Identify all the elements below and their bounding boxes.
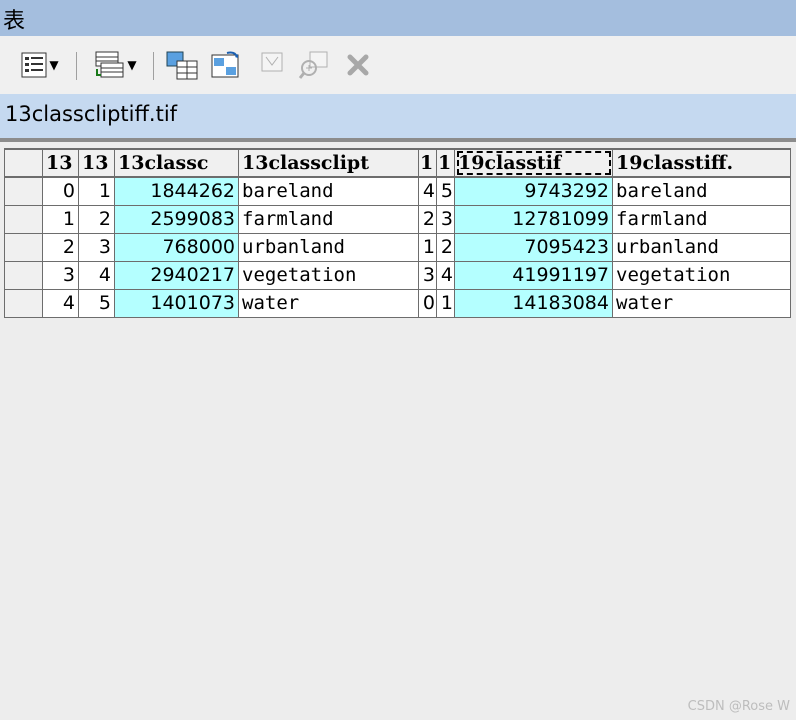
- table-cell[interactable]: 5: [78, 288, 115, 318]
- table-cell[interactable]: 1: [418, 232, 437, 262]
- table-cell[interactable]: farmland: [238, 204, 419, 234]
- table-cell[interactable]: 2: [42, 232, 79, 262]
- toolbar-separator: [76, 52, 77, 80]
- row-selector[interactable]: [4, 288, 43, 318]
- column-header-selected[interactable]: 19classtif: [454, 148, 613, 178]
- window-title: 表: [3, 9, 26, 34]
- column-header[interactable]: 13classc: [114, 148, 239, 178]
- select-all-cell[interactable]: [4, 148, 43, 178]
- delete-selected-button[interactable]: [340, 48, 376, 82]
- related-tables-icon: [95, 51, 124, 78]
- table-cell[interactable]: 1401073: [114, 288, 239, 318]
- table-row[interactable]: 3 4 2940217 vegetation 3 4 41991197 vege…: [4, 260, 791, 290]
- column-header[interactable]: 13classclipt: [238, 148, 419, 178]
- table-cell[interactable]: 4: [78, 260, 115, 290]
- select-by-attributes-icon: [166, 51, 198, 80]
- table-cell[interactable]: 1844262: [114, 176, 239, 206]
- table-cell[interactable]: 3: [78, 232, 115, 262]
- delete-selected-icon: [347, 54, 369, 76]
- table-cell[interactable]: 3: [436, 204, 455, 234]
- column-header[interactable]: 1: [418, 148, 437, 178]
- table-cell[interactable]: 4: [418, 176, 437, 206]
- table-cell[interactable]: 7095423: [454, 232, 613, 262]
- table-cell[interactable]: 9743292: [454, 176, 613, 206]
- select-by-attributes-button[interactable]: [164, 48, 200, 82]
- window-title-bar: 表: [0, 0, 796, 36]
- table-cell[interactable]: 3: [418, 260, 437, 290]
- table-row[interactable]: 2 3 768000 urbanland 1 2 7095423 urbanla…: [4, 232, 791, 262]
- row-selector[interactable]: [4, 260, 43, 290]
- clear-selection-button[interactable]: [254, 48, 290, 82]
- related-tables-button[interactable]: ▼: [86, 48, 144, 82]
- zoom-to-selected-icon: [298, 51, 328, 79]
- table-cell[interactable]: vegetation: [612, 260, 791, 290]
- table-tab-bar: 13classcliptiff.tif: [0, 94, 796, 138]
- zoom-to-selected-button[interactable]: [296, 48, 332, 82]
- table-cell[interactable]: 0: [418, 288, 437, 318]
- table-options-button[interactable]: ▼: [10, 48, 68, 82]
- table-cell[interactable]: 5: [436, 176, 455, 206]
- table-row[interactable]: 4 5 1401073 water 0 1 14183084 water: [4, 288, 791, 318]
- table-cell[interactable]: 1: [42, 204, 79, 234]
- table-cell[interactable]: farmland: [612, 204, 791, 234]
- table-cell[interactable]: bareland: [238, 176, 419, 206]
- table-cell[interactable]: 12781099: [454, 204, 613, 234]
- clear-selection-icon: [261, 52, 283, 72]
- toolbar-separator: [153, 52, 154, 80]
- watermark: CSDN @Rose W: [687, 699, 790, 714]
- toolbar: ▼ ▼: [0, 36, 796, 94]
- table-cell[interactable]: 1: [78, 176, 115, 206]
- attribute-table-area[interactable]: 13 13 13classc 13classclipt 1 1 19classt…: [0, 138, 796, 720]
- table-cell[interactable]: 4: [42, 288, 79, 318]
- table-row[interactable]: 1 2 2599083 farmland 2 3 12781099 farmla…: [4, 204, 791, 234]
- column-header[interactable]: 13: [78, 148, 115, 178]
- table-cell[interactable]: 3: [42, 260, 79, 290]
- row-selector[interactable]: [4, 232, 43, 262]
- attribute-table: 13 13 13classc 13classclipt 1 1 19classt…: [4, 148, 791, 318]
- table-cell[interactable]: 2: [78, 204, 115, 234]
- table-cell[interactable]: 2940217: [114, 260, 239, 290]
- table-cell[interactable]: 768000: [114, 232, 239, 262]
- table-name-label: 13classcliptiff.tif: [5, 102, 178, 126]
- table-header-row: 13 13 13classc 13classclipt 1 1 19classt…: [4, 148, 791, 178]
- row-selector[interactable]: [4, 176, 43, 206]
- table-cell[interactable]: 2: [418, 204, 437, 234]
- table-row[interactable]: 0 1 1844262 bareland 4 5 9743292 barelan…: [4, 176, 791, 206]
- table-cell[interactable]: water: [612, 288, 791, 318]
- table-cell[interactable]: vegetation: [238, 260, 419, 290]
- row-selector[interactable]: [4, 204, 43, 234]
- table-cell[interactable]: 2: [436, 232, 455, 262]
- table-options-icon: [21, 52, 47, 78]
- column-header[interactable]: 1: [436, 148, 455, 178]
- table-cell[interactable]: bareland: [612, 176, 791, 206]
- table-cell[interactable]: 1: [436, 288, 455, 318]
- table-cell[interactable]: 41991197: [454, 260, 613, 290]
- switch-selection-icon: [211, 51, 239, 78]
- table-cell[interactable]: 2599083: [114, 204, 239, 234]
- table-cell[interactable]: water: [238, 288, 419, 318]
- switch-selection-button[interactable]: [208, 48, 244, 82]
- dropdown-arrow-icon: ▼: [49, 58, 59, 72]
- table-cell[interactable]: 0: [42, 176, 79, 206]
- table-cell[interactable]: 4: [436, 260, 455, 290]
- table-cell[interactable]: urbanland: [612, 232, 791, 262]
- column-header[interactable]: 19classtiff.: [612, 148, 791, 178]
- column-header[interactable]: 13: [42, 148, 79, 178]
- table-cell[interactable]: urbanland: [238, 232, 419, 262]
- dropdown-arrow-icon: ▼: [127, 58, 137, 72]
- table-cell[interactable]: 14183084: [454, 288, 613, 318]
